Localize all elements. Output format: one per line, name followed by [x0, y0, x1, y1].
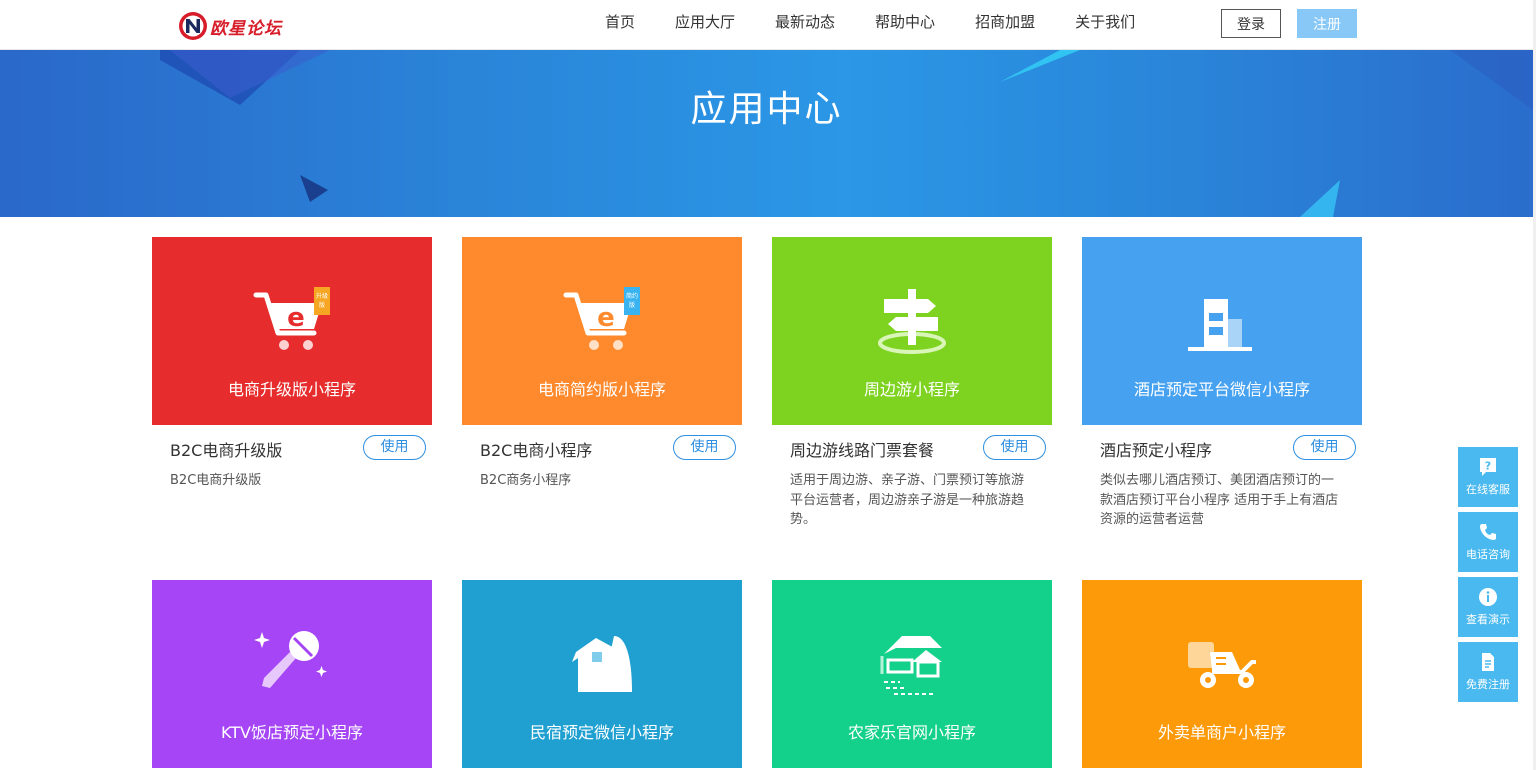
page-title: 应用中心	[690, 89, 843, 130]
card-cover[interactable]: 周边游小程序	[772, 237, 1052, 425]
card-description: B2C商务小程序	[480, 473, 572, 488]
svg-text:简约: 简约	[626, 292, 638, 300]
svg-text:e: e	[597, 303, 615, 333]
card-cover-label: 民宿预定微信小程序	[529, 723, 674, 742]
online-service-button[interactable]: ? 在线客服	[1458, 447, 1518, 507]
use-button[interactable]: 使用	[983, 435, 1046, 460]
card-cover[interactable]: 外卖单商户小程序	[1082, 580, 1362, 768]
card-title: B2C电商升级版	[170, 441, 283, 460]
card-cover-label: 周边游小程序	[863, 380, 960, 399]
side-label: 电话咨询	[1466, 548, 1510, 561]
card-title: 酒店预定小程序	[1100, 441, 1213, 460]
card-description: B2C电商升级版	[170, 473, 262, 488]
card-info: 周边游线路门票套餐 使用 适用于周边游、亲子游、门票预订等旅游平台运营者，周边游…	[772, 425, 1052, 545]
app-card: 外卖单商户小程序	[1082, 580, 1362, 768]
cart-simple-icon: e 简约 版	[563, 287, 640, 350]
app-card: 农家乐官网小程序	[772, 580, 1052, 768]
card-cover-label: 电商升级版小程序	[227, 380, 356, 399]
page-banner: 应用中心	[0, 50, 1533, 217]
card-description: 类似去哪儿酒店预订、美团酒店预订的一款酒店预订平台小程序 适用于手上有酒店资源的…	[1100, 473, 1339, 527]
card-cover-label: 电商简约版小程序	[537, 380, 666, 399]
svg-text:版: 版	[319, 301, 325, 309]
app-card: e 简约 版 电商简约版小程序 B2C电商小程序 使用 B2C商务小程序	[462, 237, 742, 545]
question-chat-icon: ?	[1480, 458, 1496, 476]
guesthouse-icon	[572, 636, 632, 692]
logo-mark-icon	[179, 12, 207, 40]
site-header: 欧星论坛 首页 应用大厅 最新动态 帮助中心 招商加盟 关于我们 登录 注册	[0, 0, 1536, 50]
card-cover[interactable]: KTV饭店预定小程序	[152, 580, 432, 768]
card-cover[interactable]: e 简约 版 电商简约版小程序	[462, 237, 742, 425]
signpost-icon	[878, 289, 946, 354]
logo-text: 欧星论坛	[210, 18, 282, 39]
phone-consult-button[interactable]: 电话咨询	[1458, 512, 1518, 572]
svg-text:?: ?	[1485, 460, 1491, 473]
card-title: 周边游线路门票套餐	[790, 441, 935, 460]
app-card: KTV饭店预定小程序	[152, 580, 432, 768]
card-cover[interactable]: 酒店预定平台微信小程序	[1082, 237, 1362, 425]
free-register-button[interactable]: 免费注册	[1458, 642, 1518, 702]
app-card: 周边游小程序 周边游线路门票套餐 使用 适用于周边游、亲子游、门票预订等旅游平台…	[772, 237, 1052, 545]
hotel-building-icon	[1188, 299, 1252, 351]
delivery-scooter-icon	[1188, 642, 1256, 688]
card-cover-label: 农家乐官网小程序	[847, 723, 976, 742]
app-card: 民宿预定微信小程序	[462, 580, 742, 768]
nav-item-news[interactable]: 最新动态	[775, 11, 835, 32]
nav-item-home[interactable]: 首页	[605, 11, 635, 32]
app-card: e 升级 版 电商升级版小程序 B2C电商升级版 使用 B2C电商升级版	[152, 237, 432, 545]
side-label: 在线客服	[1466, 483, 1510, 496]
farmhouse-icon	[880, 636, 942, 695]
main-nav: 首页 应用大厅 最新动态 帮助中心 招商加盟 关于我们	[605, 0, 1175, 42]
use-button[interactable]: 使用	[673, 435, 736, 460]
nav-item-about[interactable]: 关于我们	[1075, 11, 1135, 32]
register-button[interactable]: 注册	[1297, 9, 1357, 38]
nav-item-franchise[interactable]: 招商加盟	[975, 11, 1035, 32]
info-icon	[1479, 588, 1497, 606]
svg-text:e: e	[287, 303, 305, 333]
card-info: B2C电商小程序 使用 B2C商务小程序	[462, 425, 742, 545]
card-cover-label: KTV饭店预定小程序	[221, 723, 363, 742]
login-button[interactable]: 登录	[1221, 9, 1281, 38]
side-label: 免费注册	[1466, 678, 1510, 691]
card-description: 适用于周边游、亲子游、门票预订等旅游平台运营者，周边游亲子游是一种旅游趋势。	[790, 473, 1025, 527]
card-cover-label: 外卖单商户小程序	[1157, 723, 1286, 742]
card-cover[interactable]: 民宿预定微信小程序	[462, 580, 742, 768]
banner-decoration	[160, 50, 1533, 217]
view-demo-button[interactable]: 查看演示	[1458, 577, 1518, 637]
app-card: 酒店预定平台微信小程序 酒店预定小程序 使用 类似去哪儿酒店预订、美团酒店预订的…	[1082, 237, 1362, 545]
card-title: B2C电商小程序	[480, 441, 593, 460]
microphone-icon	[254, 631, 327, 688]
card-info: 酒店预定小程序 使用 类似去哪儿酒店预订、美团酒店预订的一款酒店预订平台小程序 …	[1082, 425, 1362, 545]
svg-text:升级: 升级	[316, 292, 328, 300]
card-cover-label: 酒店预定平台微信小程序	[1133, 380, 1310, 399]
use-button[interactable]: 使用	[1293, 435, 1356, 460]
svg-text:版: 版	[629, 301, 635, 309]
document-icon	[1482, 653, 1494, 671]
card-cover[interactable]: 农家乐官网小程序	[772, 580, 1052, 768]
site-logo[interactable]: 欧星论坛	[178, 10, 282, 42]
card-info: B2C电商升级版 使用 B2C电商升级版	[152, 425, 432, 545]
use-button[interactable]: 使用	[363, 435, 426, 460]
cart-upgrade-icon: e 升级 版	[253, 287, 330, 350]
phone-icon	[1480, 524, 1496, 540]
card-cover[interactable]: e 升级 版 电商升级版小程序	[152, 237, 432, 425]
side-label: 查看演示	[1466, 613, 1510, 626]
nav-item-help[interactable]: 帮助中心	[875, 11, 935, 32]
nav-item-app-hall[interactable]: 应用大厅	[675, 11, 735, 32]
